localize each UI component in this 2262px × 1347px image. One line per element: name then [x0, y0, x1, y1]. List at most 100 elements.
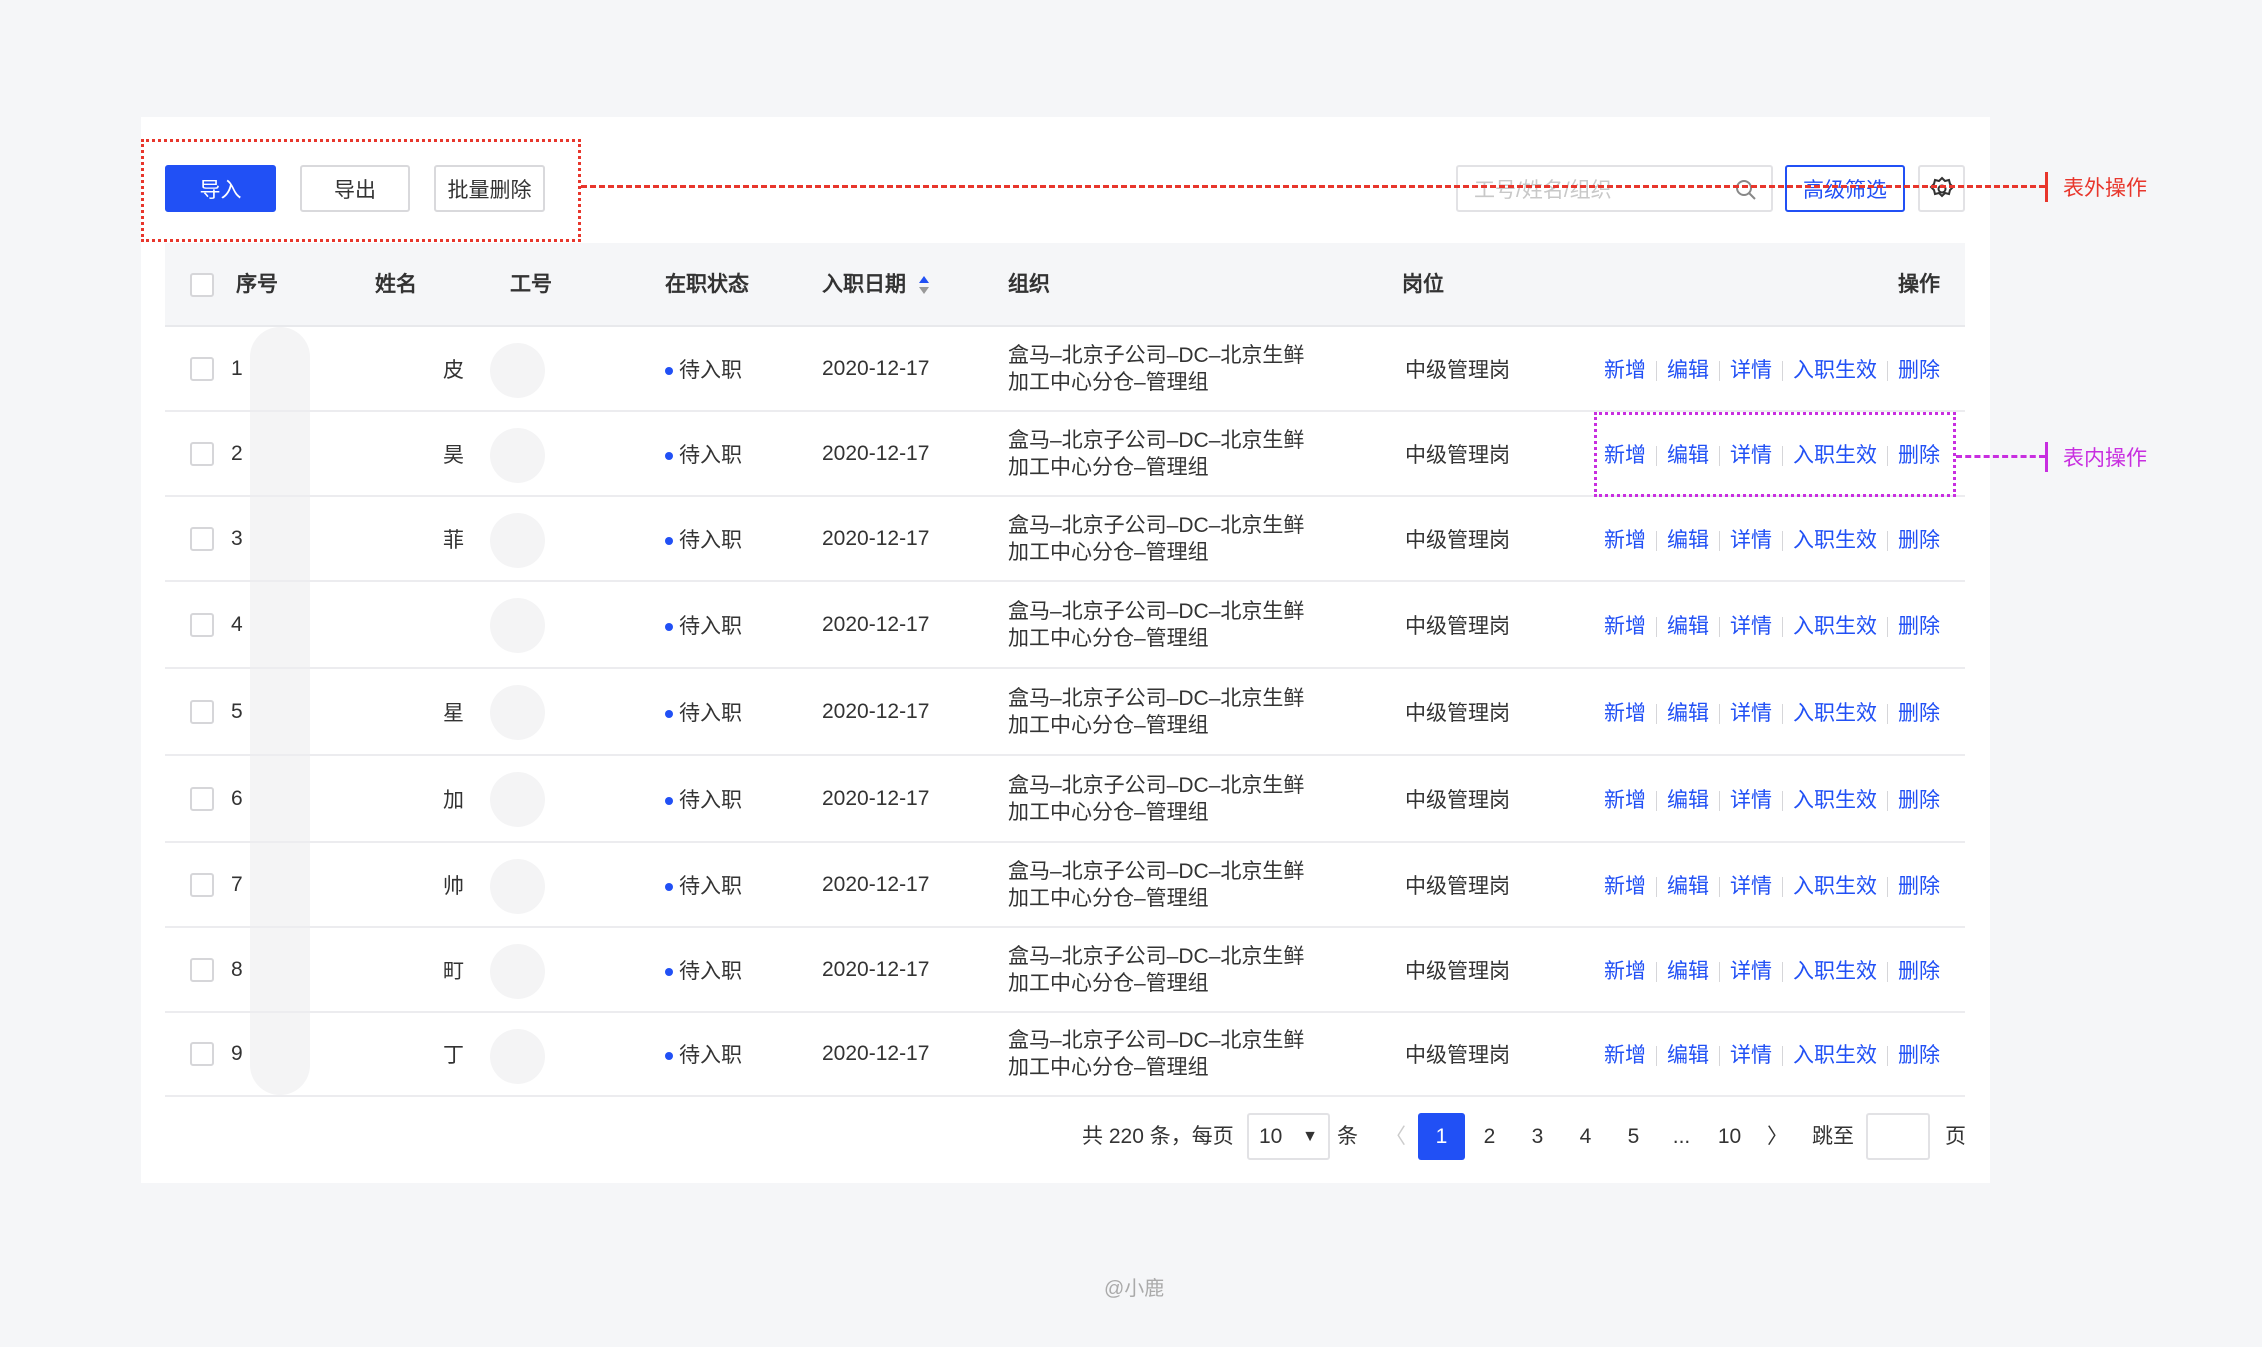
action-link[interactable]: 删除	[1898, 529, 1940, 552]
search-input[interactable]: 工号/姓名/组织	[1456, 165, 1773, 212]
page-size-select[interactable]: 10 ▼	[1247, 1113, 1330, 1160]
row-checkbox[interactable]	[190, 957, 214, 982]
cell-status: 待入职	[665, 354, 742, 384]
page-button[interactable]: 1	[1418, 1113, 1465, 1160]
row-checkbox[interactable]	[190, 612, 214, 637]
select-all-checkbox[interactable]	[190, 273, 214, 297]
action-separator	[1782, 360, 1783, 381]
row-checkbox[interactable]	[190, 526, 214, 551]
action-link[interactable]: 入职生效	[1793, 1044, 1877, 1067]
row-checkbox[interactable]	[190, 1042, 214, 1066]
action-link[interactable]: 删除	[1898, 875, 1940, 898]
cell-status: 待入职	[665, 1039, 742, 1069]
action-link[interactable]: 新增	[1604, 1044, 1646, 1067]
row-checkbox[interactable]	[190, 872, 214, 897]
row-checkbox[interactable]	[190, 356, 214, 381]
action-link[interactable]: 入职生效	[1793, 960, 1877, 983]
cell-actions: 新增 编辑 详情 入职生效 删除	[1604, 1039, 1940, 1069]
table-row: 5 星 2 待入职 2020-12-17 盒马–北京子公司–DC–北京生鲜加工中…	[165, 669, 1965, 756]
action-link[interactable]: 详情	[1730, 359, 1772, 382]
action-link[interactable]: 新增	[1604, 875, 1646, 898]
col-position: 岗位	[1402, 273, 1444, 296]
cell-index: 7	[231, 872, 243, 896]
action-link[interactable]: 编辑	[1667, 1044, 1709, 1067]
status-dot	[665, 1052, 673, 1061]
col-date[interactable]: 入职日期	[822, 243, 930, 327]
cell-date: 2020-12-17	[822, 356, 930, 380]
row-checkbox[interactable]	[190, 699, 214, 724]
jump-page-input[interactable]	[1866, 1113, 1930, 1160]
action-separator	[1719, 790, 1720, 811]
action-link[interactable]: 编辑	[1667, 359, 1709, 382]
action-link[interactable]: 入职生效	[1793, 615, 1877, 638]
action-link[interactable]: 入职生效	[1793, 529, 1877, 552]
prev-page-icon[interactable]: 〈	[1385, 1113, 1406, 1160]
page-button[interactable]: 4	[1562, 1113, 1609, 1160]
table-row: 7 帅 02 待入职 2020-12-17 盒马–北京子公司–DC–北京生鲜加工…	[165, 843, 1965, 928]
action-link[interactable]: 入职生效	[1793, 789, 1877, 812]
action-separator	[1656, 530, 1657, 551]
action-separator	[1719, 616, 1720, 637]
action-link[interactable]: 编辑	[1667, 615, 1709, 638]
page-button[interactable]: 10	[1706, 1113, 1753, 1160]
action-link[interactable]: 新增	[1604, 702, 1646, 725]
action-separator	[1719, 961, 1720, 982]
page-button[interactable]: 3	[1514, 1113, 1561, 1160]
action-link[interactable]: 详情	[1730, 875, 1772, 898]
action-separator	[1887, 961, 1888, 982]
cell-org: 盒马–北京子公司–DC–北京生鲜 加工中心分仓–管理组	[1008, 685, 1304, 739]
org-line: 加工中心分仓–管理组	[1008, 540, 1209, 564]
cell-date: 2020-12-17	[822, 786, 930, 810]
name-redaction	[250, 1013, 310, 1095]
row-checkbox[interactable]	[190, 441, 214, 466]
action-link[interactable]: 编辑	[1667, 789, 1709, 812]
action-link[interactable]: 删除	[1898, 615, 1940, 638]
outer-actions-highlight	[141, 139, 581, 242]
cell-status: 待入职	[665, 955, 742, 985]
table-row: 4 ) 待入职 2020-12-17 盒马–北京子公司–DC–北京生鲜加工中心分…	[165, 582, 1965, 669]
action-link[interactable]: 详情	[1730, 1044, 1772, 1067]
next-page-icon[interactable]: 〉	[1767, 1113, 1788, 1160]
advanced-filter-button[interactable]: 高级筛选	[1785, 165, 1905, 212]
row-checkbox[interactable]	[190, 786, 214, 811]
cell-position: 中级管理岗	[1405, 701, 1510, 725]
action-separator	[1887, 616, 1888, 637]
action-link[interactable]: 入职生效	[1793, 359, 1877, 382]
action-separator	[1782, 616, 1783, 637]
action-link[interactable]: 删除	[1898, 359, 1940, 382]
status-dot	[665, 451, 673, 460]
page-button[interactable]: 2	[1466, 1113, 1513, 1160]
org-line: 盒马–北京子公司–DC–北京生鲜	[1008, 599, 1305, 623]
action-link[interactable]: 新增	[1604, 615, 1646, 638]
sort-icon[interactable]	[918, 274, 930, 296]
action-link[interactable]: 新增	[1604, 789, 1646, 812]
action-link[interactable]: 删除	[1898, 702, 1940, 725]
action-link[interactable]: 详情	[1730, 789, 1772, 812]
name-redaction	[250, 497, 310, 580]
action-link[interactable]: 新增	[1604, 529, 1646, 552]
action-separator	[1782, 703, 1783, 724]
action-link[interactable]: 编辑	[1667, 529, 1709, 552]
action-link[interactable]: 新增	[1604, 960, 1646, 983]
action-link[interactable]: 详情	[1730, 960, 1772, 983]
action-link[interactable]: 编辑	[1667, 702, 1709, 725]
action-link[interactable]: 编辑	[1667, 875, 1709, 898]
name-redaction	[250, 327, 310, 410]
id-redaction	[490, 1029, 545, 1084]
action-link[interactable]: 删除	[1898, 960, 1940, 983]
settings-button[interactable]	[1918, 165, 1965, 212]
action-link[interactable]: 删除	[1898, 1044, 1940, 1067]
action-link[interactable]: 入职生效	[1793, 875, 1877, 898]
action-link[interactable]: 详情	[1730, 529, 1772, 552]
action-link[interactable]: 入职生效	[1793, 702, 1877, 725]
action-link[interactable]: 编辑	[1667, 960, 1709, 983]
cell-index: 2	[231, 441, 243, 465]
cell-index: 4	[231, 612, 243, 636]
action-link[interactable]: 新增	[1604, 359, 1646, 382]
page-button[interactable]: 5	[1610, 1113, 1657, 1160]
action-link[interactable]: 详情	[1730, 702, 1772, 725]
action-separator	[1656, 360, 1657, 381]
action-link[interactable]: 删除	[1898, 789, 1940, 812]
action-link[interactable]: 详情	[1730, 615, 1772, 638]
status-text: 待入职	[679, 614, 742, 638]
